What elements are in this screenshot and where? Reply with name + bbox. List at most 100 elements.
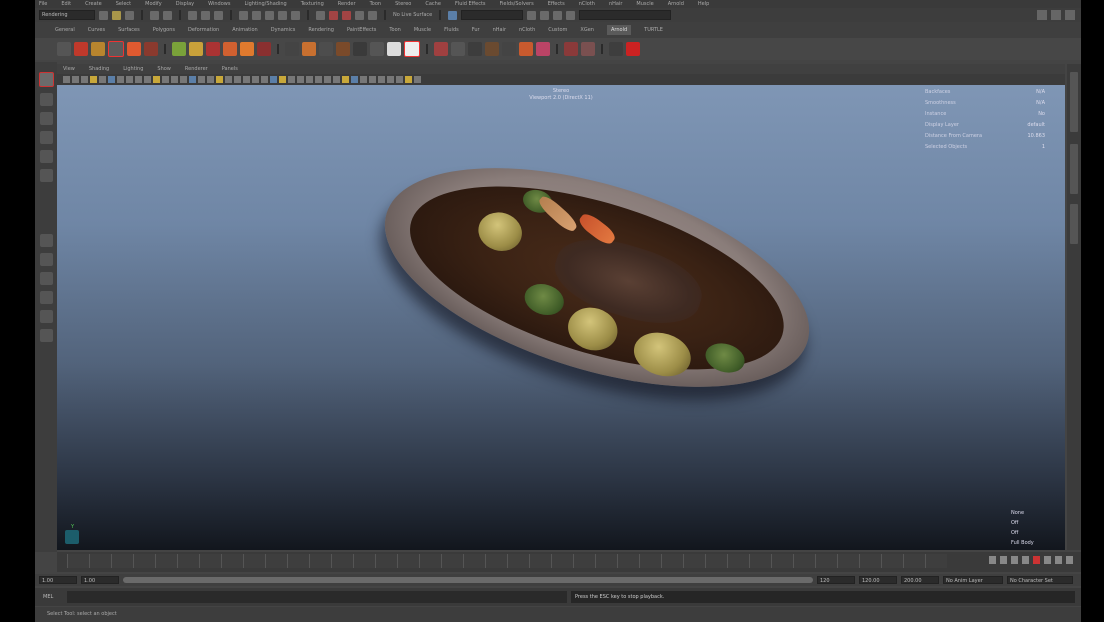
panel-tool-icon[interactable] [63, 76, 70, 83]
select-object-icon[interactable] [201, 10, 210, 20]
menu-item[interactable]: Lighting/Shading [244, 1, 286, 7]
menu-item[interactable]: Help [698, 1, 709, 7]
power-icon[interactable] [626, 42, 640, 56]
menu-item[interactable]: Windows [208, 1, 230, 7]
input-mode-icon[interactable] [448, 10, 458, 20]
shelf-tab[interactable]: Custom [548, 27, 567, 33]
menu-item[interactable]: Arnold [668, 1, 684, 7]
panel-tool-icon[interactable] [342, 76, 349, 83]
panel-tool-icon[interactable] [189, 76, 196, 83]
3d-viewport[interactable]: Stereo Viewport 2.0 (DirectX 11) Backfac… [57, 85, 1065, 550]
menu-item[interactable]: Muscle [636, 1, 653, 7]
shelf-tab[interactable]: General [55, 27, 75, 33]
channel-box-icon[interactable] [566, 10, 576, 20]
render-view-icon[interactable] [91, 42, 105, 56]
make-live-icon[interactable] [291, 10, 300, 20]
menu-item[interactable]: Edit [61, 1, 71, 7]
panel-tool-icon[interactable] [297, 76, 304, 83]
outliner-layout-icon[interactable] [39, 329, 53, 342]
shelf-tab[interactable]: Arnold [606, 25, 632, 35]
paint-select-icon[interactable] [39, 112, 53, 125]
panel-tool-icon[interactable] [216, 76, 223, 83]
panel-tool-icon[interactable] [135, 76, 142, 83]
step-forward-key-icon[interactable] [1055, 556, 1062, 564]
maximize-icon[interactable] [1051, 10, 1061, 20]
menu-item[interactable]: Fields/Solvers [500, 1, 534, 7]
panel-tool-icon[interactable] [234, 76, 241, 83]
menu-item[interactable]: File [39, 1, 47, 7]
panel-menu-item[interactable]: Lighting [123, 66, 143, 72]
single-view-layout-icon[interactable] [39, 234, 53, 247]
flower-icon[interactable] [536, 42, 550, 56]
character-set-selector[interactable]: No Character Set [1007, 576, 1073, 584]
shelf-tab[interactable]: Fur [472, 27, 480, 33]
menu-item[interactable]: Display [176, 1, 194, 7]
anim-end-field[interactable]: 120.00 [859, 576, 897, 584]
white-shelf-icon-2[interactable] [404, 41, 420, 57]
panel-menu-item[interactable]: Renderer [185, 66, 208, 72]
white-shelf-icon[interactable] [387, 42, 401, 56]
panel-tool-icon[interactable] [369, 76, 376, 83]
anim-end-field-2[interactable]: 200.00 [901, 576, 939, 584]
standin-icon[interactable] [285, 42, 299, 56]
area-light-icon[interactable] [127, 42, 141, 56]
utility-icon[interactable] [319, 42, 333, 56]
four-view-layout-icon[interactable] [39, 253, 53, 266]
range-slider-bar[interactable] [123, 577, 813, 583]
menu-item[interactable]: Select [116, 1, 131, 7]
panel-tool-icon[interactable] [279, 76, 286, 83]
select-tool-icon[interactable] [38, 72, 54, 87]
panel-tool-icon[interactable] [396, 76, 403, 83]
panel-tool-icon[interactable] [72, 76, 79, 83]
physical-sky-icon[interactable] [189, 42, 203, 56]
rotate-tool-icon[interactable] [39, 150, 53, 163]
panel-tool-icon[interactable] [144, 76, 151, 83]
render-frame-icon[interactable] [329, 10, 338, 20]
shelf-tab[interactable]: Fluids [444, 27, 459, 33]
tool-settings-tab[interactable] [1070, 204, 1078, 244]
view-cube-icon[interactable] [65, 530, 79, 544]
shelf-tab[interactable]: Muscle [414, 27, 431, 33]
persp-graph-layout-icon[interactable] [39, 291, 53, 304]
panel-tool-icon[interactable] [378, 76, 385, 83]
stop-icon[interactable] [1033, 556, 1040, 564]
panel-menu-item[interactable]: View [63, 66, 75, 72]
ipr-render-icon[interactable] [342, 10, 351, 20]
step-forward-frame-icon[interactable] [1044, 556, 1051, 564]
curve-collector-icon[interactable] [302, 42, 316, 56]
menu-set-selector[interactable]: Rendering [39, 10, 95, 20]
skydome-icon[interactable] [172, 42, 186, 56]
shelf-tab[interactable]: Curves [88, 27, 105, 33]
menu-item[interactable]: nHair [609, 1, 622, 7]
panel-tool-icon[interactable] [207, 76, 214, 83]
menu-item[interactable]: Fluid Effects [455, 1, 486, 7]
persp-outliner-layout-icon[interactable] [39, 272, 53, 285]
mesh-light-icon[interactable] [144, 42, 158, 56]
shelf-tab[interactable]: Polygons [153, 27, 175, 33]
panel-tool-icon[interactable] [405, 76, 412, 83]
flush-cache-icon[interactable] [370, 42, 384, 56]
panel-tool-icon[interactable] [333, 76, 340, 83]
panel-tool-icon[interactable] [252, 76, 259, 83]
shelf-tab[interactable]: Dynamics [271, 27, 296, 33]
license-icon[interactable] [581, 42, 595, 56]
snap-point-icon[interactable] [265, 10, 274, 20]
mask-icon[interactable] [468, 42, 482, 56]
shelf-tab[interactable]: nCloth [519, 27, 535, 33]
panel-tool-icon[interactable] [288, 76, 295, 83]
panel-tool-icon[interactable] [315, 76, 322, 83]
menu-item[interactable]: Texturing [301, 1, 324, 7]
attribute-editor-tab[interactable] [1070, 144, 1078, 194]
scale-tool-icon[interactable] [39, 169, 53, 182]
panel-tool-icon[interactable] [198, 76, 205, 83]
anim-start-field[interactable]: 1.00 [39, 576, 77, 584]
panel-menu-item[interactable]: Panels [222, 66, 238, 72]
panel-tool-icon[interactable] [126, 76, 133, 83]
panel-tool-icon[interactable] [180, 76, 187, 83]
panel-tool-icon[interactable] [324, 76, 331, 83]
arnold-render-icon[interactable] [74, 42, 88, 56]
save-scene-icon[interactable] [125, 10, 134, 20]
playback-end-field[interactable]: 120 [817, 576, 855, 584]
select-component-icon[interactable] [214, 10, 223, 20]
panel-tool-icon[interactable] [243, 76, 250, 83]
